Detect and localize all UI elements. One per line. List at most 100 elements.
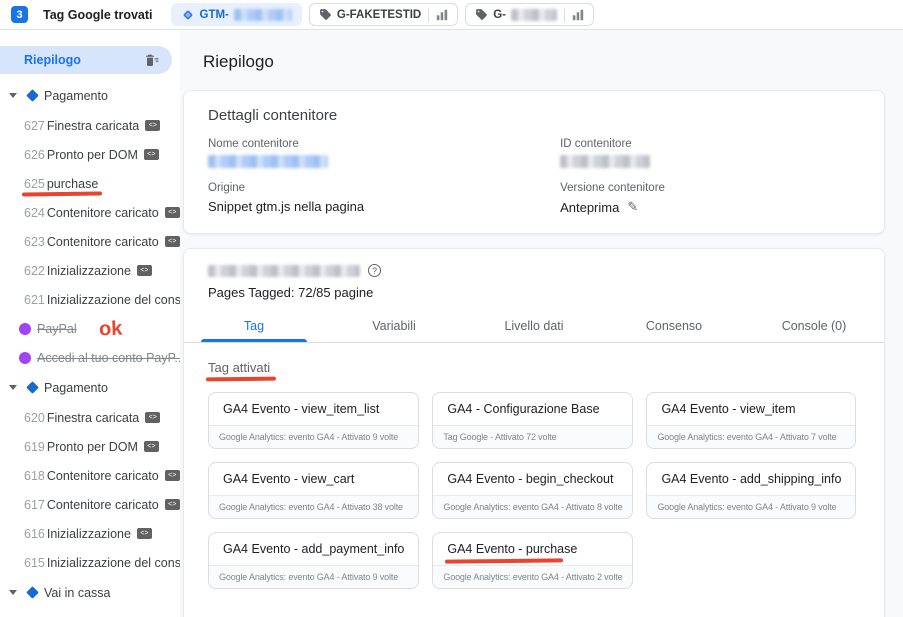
event-group-diamond-icon: [26, 381, 39, 394]
event-number: 618: [24, 469, 45, 483]
clear-list-trash-icon[interactable]: [143, 53, 159, 68]
sidebar-event-item[interactable]: 625purchase: [0, 169, 180, 198]
ga4-tag-tab[interactable]: G-FAKETESTID: [309, 3, 458, 26]
sidebar-event-group[interactable]: Pagamento: [0, 80, 180, 111]
sidebar-element-item[interactable]: PayPal ok: [0, 314, 180, 343]
fired-tag-card[interactable]: GA4 - Configurazione Base Tag Google - A…: [432, 392, 633, 449]
summary-tab[interactable]: Tag: [184, 310, 324, 342]
sidebar-event-item[interactable]: 620Finestra caricata <>: [0, 403, 180, 432]
event-number: 623: [24, 235, 45, 249]
container-detail-field: Origine Snippet gtm.js nella pagina: [208, 182, 560, 215]
redacted-container-name: [208, 155, 328, 168]
active-tab-indicator: [201, 339, 307, 342]
event-text: 618Contenitore caricato: [24, 469, 159, 483]
sidebar-event-group[interactable]: Pagamento: [0, 372, 180, 403]
help-icon[interactable]: ?: [368, 264, 381, 277]
tab-label: Consenso: [646, 319, 702, 333]
event-number: 616: [24, 527, 45, 541]
element-dot-icon: [19, 323, 31, 335]
code-badge-icon: <>: [144, 149, 159, 160]
tab-label: Variabili: [372, 319, 416, 333]
tab-label: Tag: [244, 319, 264, 333]
container-detail-field: Versione contenitore Anteprima ✎: [560, 182, 860, 215]
tag-fire-detail: Google Analytics: evento GA4 - Attivato …: [209, 425, 418, 448]
summary-tab[interactable]: Console (0): [744, 310, 884, 342]
event-label: Finestra caricata: [47, 411, 139, 425]
sidebar-event-item[interactable]: 617Contenitore caricato <>: [0, 490, 180, 519]
event-label: Inizializzazione del cons...: [47, 556, 180, 570]
sidebar-item-summary[interactable]: Riepilogo: [0, 46, 172, 74]
sidebar-event-item[interactable]: 627Finestra caricata <>: [0, 111, 180, 140]
summary-tab[interactable]: Consenso: [604, 310, 744, 342]
handwritten-ok-annotation: ok: [98, 318, 122, 339]
ga4-tag-tab[interactable]: G-: [465, 3, 594, 26]
fired-tag-card[interactable]: GA4 Evento - view_item Google Analytics:…: [646, 392, 856, 449]
summary-label: Riepilogo: [24, 53, 81, 67]
code-badge-icon: <>: [145, 120, 160, 131]
event-text: 615Inizializzazione del cons...: [24, 556, 180, 570]
tag-icon: [475, 8, 488, 21]
fired-tag-card[interactable]: GA4 Evento - begin_checkout Google Analy…: [432, 462, 633, 519]
sidebar-event-item[interactable]: 623Contenitore caricato <>: [0, 227, 180, 256]
summary-tab[interactable]: Variabili: [324, 310, 464, 342]
event-label: Inizializzazione: [47, 264, 131, 278]
gtm-container-tab[interactable]: GTM-: [171, 3, 302, 26]
event-text: 626Pronto per DOM: [24, 148, 138, 162]
event-label: Finestra caricata: [47, 119, 139, 133]
group-label: Pagamento: [44, 89, 108, 103]
tag-name: GA4 - Configurazione Base: [447, 402, 599, 416]
fired-tag-card[interactable]: GA4 Evento - purchase Google Analytics: …: [432, 532, 633, 589]
field-label: Nome contenitore: [208, 138, 560, 150]
sidebar-event-item[interactable]: 626Pronto per DOM <>: [0, 140, 180, 169]
event-number: 622: [24, 264, 45, 278]
tab-label: G-: [493, 9, 506, 21]
sidebar-event-item[interactable]: 622Inizializzazione <>: [0, 256, 180, 285]
event-text: 622Inizializzazione: [24, 264, 131, 278]
field-value: Anteprima: [560, 200, 619, 215]
bar-chart-icon: [572, 9, 584, 21]
chevron-down-icon: [9, 93, 17, 98]
fired-tag-card[interactable]: GA4 Evento - add_payment_info Google Ana…: [208, 532, 419, 589]
sidebar-event-item[interactable]: 614form_submit: [0, 608, 180, 617]
tag-name: GA4 Evento - view_item_list: [223, 402, 379, 416]
sidebar-event-item[interactable]: 619Pronto per DOM <>: [0, 432, 180, 461]
event-label: Pronto per DOM: [47, 440, 138, 454]
element-dot-icon: [19, 352, 31, 364]
container-detail-field: Nome contenitore: [208, 138, 560, 168]
red-underline-annotation: [445, 558, 563, 563]
fired-tag-card[interactable]: GA4 Evento - view_cart Google Analytics:…: [208, 462, 419, 519]
bar-chart-icon: [436, 9, 448, 21]
tag-icon: [319, 8, 332, 21]
sidebar-event-item[interactable]: 624Contenitore caricato <>: [0, 198, 180, 227]
main-content: Riepilogo Dettagli contenitore Nome cont…: [180, 30, 903, 617]
tab-label: Livello dati: [504, 319, 563, 333]
tag-fire-detail: Google Analytics: evento GA4 - Attivato …: [647, 495, 855, 518]
event-label: Pronto per DOM: [47, 148, 138, 162]
event-number: 615: [24, 556, 45, 570]
sidebar-event-group[interactable]: Vai in cassa: [0, 577, 180, 608]
sidebar-event-item[interactable]: 618Contenitore caricato <>: [0, 461, 180, 490]
field-label: Versione contenitore: [560, 182, 860, 194]
event-text: 624Contenitore caricato: [24, 206, 159, 220]
summary-tab[interactable]: Livello dati: [464, 310, 604, 342]
tag-fire-detail: Google Analytics: evento GA4 - Attivato …: [647, 425, 855, 448]
divider: [428, 8, 429, 22]
tab-label: Console (0): [782, 319, 847, 333]
sidebar-event-item[interactable]: 621Inizializzazione del cons...: [0, 285, 180, 314]
sidebar-element-item[interactable]: Accedi al tuo conto PayP...: [0, 343, 180, 372]
sidebar-event-item[interactable]: 616Inizializzazione <>: [0, 519, 180, 548]
divider: [564, 8, 565, 22]
edit-pencil-icon[interactable]: ✎: [627, 199, 638, 215]
event-number: 625: [24, 177, 45, 191]
event-label: Contenitore caricato: [47, 206, 159, 220]
fired-tag-card[interactable]: GA4 Evento - add_shipping_info Google An…: [646, 462, 856, 519]
code-badge-icon: <>: [145, 412, 160, 423]
chevron-down-icon: [9, 590, 17, 595]
summary-tabs: Tag Variabili Livello dati Consenso Cons…: [184, 310, 884, 343]
sidebar-event-item[interactable]: 615Inizializzazione del cons...: [0, 548, 180, 577]
code-badge-icon: <>: [144, 441, 159, 452]
tab-label: GTM-: [200, 9, 229, 21]
fired-tag-card[interactable]: GA4 Evento - view_item_list Google Analy…: [208, 392, 419, 449]
tag-name: GA4 Evento - add_payment_info: [223, 542, 404, 556]
tag-tabs: GTM- G-FAKETESTID G-: [171, 3, 595, 26]
